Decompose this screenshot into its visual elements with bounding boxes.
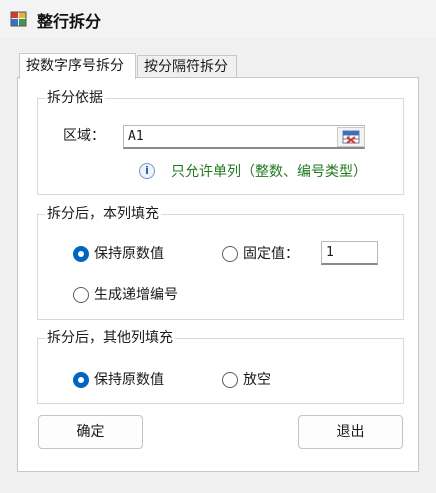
title-bar[interactable]: 整行拆分 xyxy=(0,0,436,38)
keep-original-label[interactable]: 保持原数值 xyxy=(94,245,164,263)
basis-group: 拆分依据 区域： A1 i 只允许单列（整数、编号类型） xyxy=(37,88,404,195)
exit-button[interactable]: 退出 xyxy=(298,415,403,449)
other-keep-original-label[interactable]: 保持原数值 xyxy=(94,371,164,389)
basis-group-title: 拆分依据 xyxy=(45,88,105,108)
app-icon xyxy=(10,10,28,28)
fixed-value-label[interactable]: 固定值： xyxy=(243,245,299,263)
ok-button[interactable]: 确定 xyxy=(38,415,143,449)
area-label: 区域： xyxy=(63,128,105,144)
tab-panel: 拆分依据 区域： A1 i 只允许单列（整数、编号类型） 拆分后，本列填充 保持… xyxy=(17,77,419,472)
tab-delimiter-split[interactable]: 按分隔符拆分 xyxy=(137,55,237,78)
keep-original-radio[interactable] xyxy=(73,246,89,262)
info-icon: i xyxy=(139,163,155,179)
dialog-window: 整行拆分 按数字序号拆分 按分隔符拆分 拆分依据 区域： A1 i 只允许单列（… xyxy=(0,0,436,493)
area-hint-text: 只允许单列（整数、编号类型） xyxy=(171,164,367,180)
other-keep-original-radio[interactable] xyxy=(73,372,89,388)
increment-number-radio[interactable] xyxy=(73,287,89,303)
other-columns-group-title: 拆分后，其他列填充 xyxy=(45,328,175,348)
leave-empty-radio[interactable] xyxy=(222,372,238,388)
fixed-value-input[interactable]: 1 xyxy=(321,241,378,265)
area-input[interactable]: A1 xyxy=(123,125,365,149)
range-picker-icon[interactable] xyxy=(337,127,365,147)
increment-number-label[interactable]: 生成递增编号 xyxy=(94,286,178,304)
fixed-value-radio[interactable] xyxy=(222,246,238,262)
this-column-group: 拆分后，本列填充 保持原数值 固定值： 1 生成递增编号 xyxy=(37,204,404,320)
window-title: 整行拆分 xyxy=(37,12,102,31)
this-column-group-title: 拆分后，本列填充 xyxy=(45,204,161,224)
tab-number-split[interactable]: 按数字序号拆分 xyxy=(19,53,136,79)
leave-empty-label[interactable]: 放空 xyxy=(243,371,271,389)
other-columns-group: 拆分后，其他列填充 保持原数值 放空 xyxy=(37,328,404,404)
